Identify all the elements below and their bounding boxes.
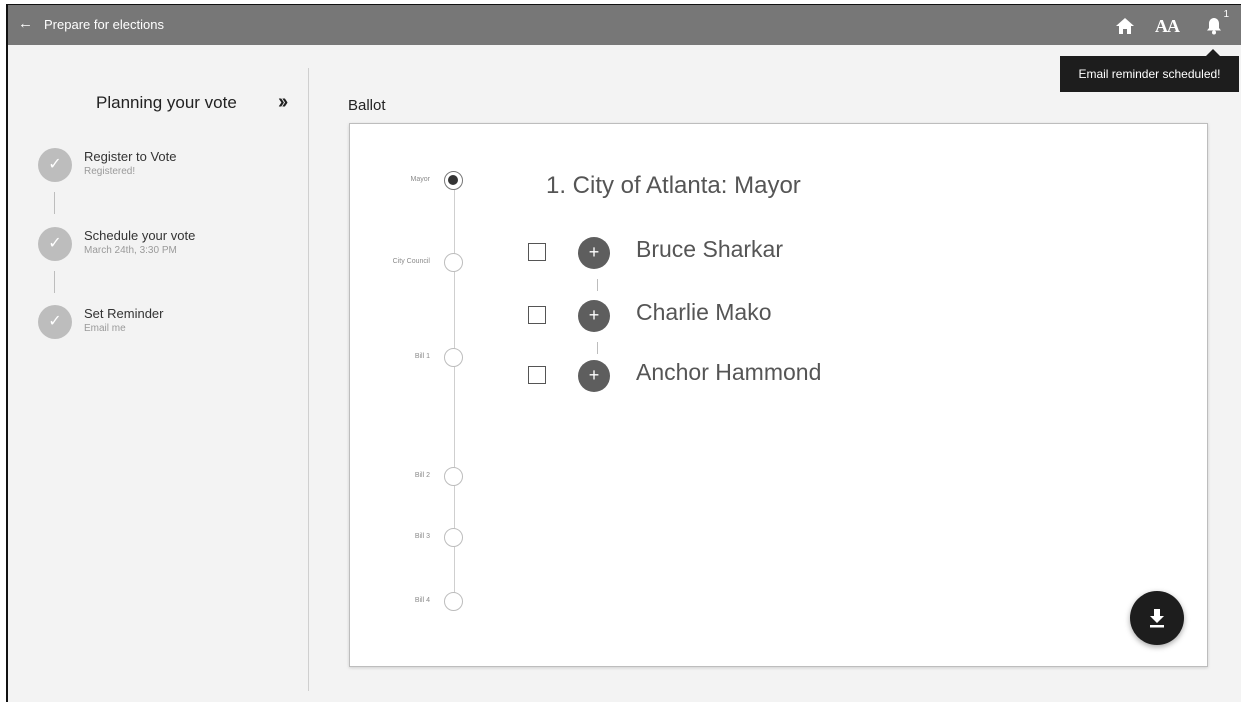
candidate-connector <box>597 279 598 291</box>
step-label: Schedule your vote <box>84 228 196 243</box>
candidate-name: Anchor Hammond <box>636 359 822 385</box>
top-bar: ← Prepare for elections AA 1 <box>8 5 1241 45</box>
sidebar-title: Planning your vote <box>96 93 237 112</box>
candidate-name: Bruce Sharkar <box>636 236 784 262</box>
candidate-row: + Charlie Mako <box>528 297 928 332</box>
timeline-dot <box>444 592 463 611</box>
timeline-item-bill-3[interactable]: Bill 3 <box>350 528 470 548</box>
timeline-item-bill-2[interactable]: Bill 2 <box>350 467 470 487</box>
bell-icon[interactable]: 1 <box>1201 9 1229 39</box>
timeline-dot <box>444 253 463 272</box>
app-window: ← Prepare for elections AA 1 Email remin… <box>6 4 1241 702</box>
arrow-left-icon[interactable]: ← <box>18 15 33 33</box>
download-button[interactable] <box>1130 591 1184 645</box>
check-icon: ✓ <box>38 227 72 261</box>
step-label: Register to Vote <box>84 149 177 164</box>
candidate-checkbox[interactable] <box>528 243 546 261</box>
step-label: Set Reminder <box>84 306 164 321</box>
timeline-item-city-council[interactable]: City Council <box>350 253 470 273</box>
ballot-panel: Mayor City Council Bill 1 Bill 2 Bill 3 … <box>349 123 1208 667</box>
race-title: 1. City of Atlanta: Mayor <box>546 172 801 199</box>
step-connector <box>54 192 55 214</box>
candidate-name: Charlie Mako <box>636 299 772 325</box>
download-icon <box>1150 609 1164 628</box>
ballot-title: Ballot <box>348 97 386 114</box>
page-title: Prepare for elections <box>44 17 164 32</box>
timeline-label: Bill 1 <box>414 353 430 360</box>
timeline-dot <box>444 528 463 547</box>
timeline-label: Bill 3 <box>414 533 430 540</box>
candidate-row: + Bruce Sharkar <box>528 234 928 269</box>
double-chevron-right-icon[interactable]: ›› <box>278 91 288 114</box>
timeline-item-bill-4[interactable]: Bill 4 <box>350 592 470 612</box>
step-status: Registered! <box>84 166 136 177</box>
step-register-to-vote[interactable]: ✓ Register to Vote Registered! <box>38 148 288 188</box>
home-icon[interactable] <box>1112 13 1138 39</box>
plus-icon[interactable]: + <box>578 360 610 392</box>
timeline-item-bill-1[interactable]: Bill 1 <box>350 348 470 368</box>
step-connector <box>54 271 55 293</box>
timeline-label: Bill 2 <box>414 472 430 479</box>
timeline-label: City Council <box>392 258 430 265</box>
timeline-dot <box>444 467 463 486</box>
notification-count-badge: 1 <box>1223 9 1229 20</box>
plus-icon[interactable]: + <box>578 237 610 269</box>
timeline-dot <box>444 348 463 367</box>
candidate-checkbox[interactable] <box>528 306 546 324</box>
step-status: March 24th, 3:30 PM <box>84 245 177 256</box>
candidate-row: + Anchor Hammond <box>528 357 928 392</box>
timeline-dot-active <box>444 171 463 190</box>
candidate-connector <box>597 342 598 354</box>
candidate-checkbox[interactable] <box>528 366 546 384</box>
check-icon: ✓ <box>38 148 72 182</box>
step-status: Email me <box>84 323 126 334</box>
timeline-label: Bill 4 <box>414 597 430 604</box>
step-set-reminder[interactable]: ✓ Set Reminder Email me <box>38 305 288 345</box>
plus-icon[interactable]: + <box>578 300 610 332</box>
step-schedule-your-vote[interactable]: ✓ Schedule your vote March 24th, 3:30 PM <box>38 227 288 267</box>
check-icon: ✓ <box>38 305 72 339</box>
timeline-label: Mayor <box>410 176 430 183</box>
text-size-button[interactable]: AA <box>1154 13 1180 39</box>
reminder-toast: Email reminder scheduled! <box>1060 49 1239 92</box>
timeline-item-mayor[interactable]: Mayor <box>350 171 470 191</box>
sidebar-divider <box>308 68 309 691</box>
